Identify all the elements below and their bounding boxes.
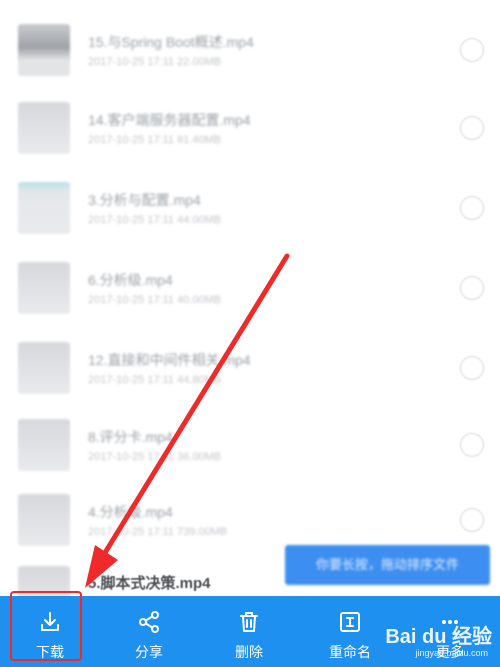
video-thumbnail	[18, 182, 70, 234]
rename-icon	[340, 612, 360, 632]
file-name: 14.客户端服务器配置.mp4	[88, 112, 251, 128]
file-list: 15.与Spring Boot概述.mp4 2017-10-25 17:11 2…	[0, 0, 500, 596]
select-checkbox[interactable]	[460, 38, 484, 62]
video-thumbnail	[18, 419, 70, 471]
file-meta: 2017-10-25 17:11 44.80MB	[88, 374, 222, 386]
file-name: 6.分析级.mp4	[88, 272, 173, 288]
file-meta: 2017-10-25 17:11 36.00MB	[88, 451, 222, 463]
download-highlight-box	[10, 591, 82, 661]
file-name: 5.脚本式决策.mp4	[88, 575, 211, 592]
file-name: 3.分析与配置.mp4	[88, 192, 201, 208]
select-checkbox[interactable]	[460, 116, 484, 140]
file-meta: 2017-10-25 17:11 81.40MB	[88, 134, 222, 146]
select-checkbox[interactable]	[460, 196, 484, 220]
file-name: 12.直接和中间件相关.mp4	[88, 352, 251, 368]
file-meta: 2017-10-25 17:11 22.00MB	[88, 56, 222, 68]
baidu-watermark-url: jingyan.baidu.com	[415, 648, 488, 658]
file-meta: 2017-10-25 17:11 40.00MB	[88, 294, 222, 306]
delete-button[interactable]: 删除	[209, 596, 289, 667]
rename-button[interactable]: 重命名	[310, 596, 390, 667]
file-meta: 2017-10-25 17:11 44.00MB	[88, 214, 222, 226]
select-checkbox[interactable]	[460, 433, 484, 457]
video-thumbnail	[18, 102, 70, 154]
select-checkbox[interactable]	[460, 276, 484, 300]
file-name: 8.评分卡.mp4	[88, 429, 173, 445]
share-label: 分享	[135, 644, 163, 660]
video-thumbnail	[18, 262, 70, 314]
share-icon	[139, 611, 159, 633]
baidu-watermark: Bai du 经验	[385, 626, 492, 648]
trash-icon	[240, 612, 258, 632]
select-checkbox[interactable]	[460, 356, 484, 380]
select-checkbox[interactable]	[460, 508, 484, 532]
file-meta: 2017-10-25 17:11 739.00MB	[88, 526, 228, 538]
hint-toast: 你要长按，拖动排序文件	[285, 545, 490, 585]
list-item[interactable]: 6.分析级.mp4 2017-10-25 17:11 40.00MB	[0, 248, 500, 328]
share-button[interactable]: 分享	[109, 596, 189, 667]
list-item[interactable]: 8.评分卡.mp4 2017-10-25 17:11 36.00MB	[0, 405, 500, 485]
file-name: 15.与Spring Boot概述.mp4	[88, 34, 254, 50]
file-name: 4.分析级.mp4	[88, 504, 173, 520]
list-item[interactable]: 14.客户端服务器配置.mp4 2017-10-25 17:11 81.40MB	[0, 88, 500, 168]
rename-label: 重命名	[329, 644, 371, 660]
list-item[interactable]: 12.直接和中间件相关.mp4 2017-10-25 17:11 44.80MB	[0, 328, 500, 408]
list-item[interactable]: 3.分析与配置.mp4 2017-10-25 17:11 44.00MB	[0, 168, 500, 248]
video-thumbnail	[18, 494, 70, 546]
delete-label: 删除	[235, 644, 263, 660]
video-thumbnail	[18, 24, 70, 76]
list-item[interactable]: 15.与Spring Boot概述.mp4 2017-10-25 17:11 2…	[0, 10, 500, 90]
video-thumbnail	[18, 342, 70, 394]
